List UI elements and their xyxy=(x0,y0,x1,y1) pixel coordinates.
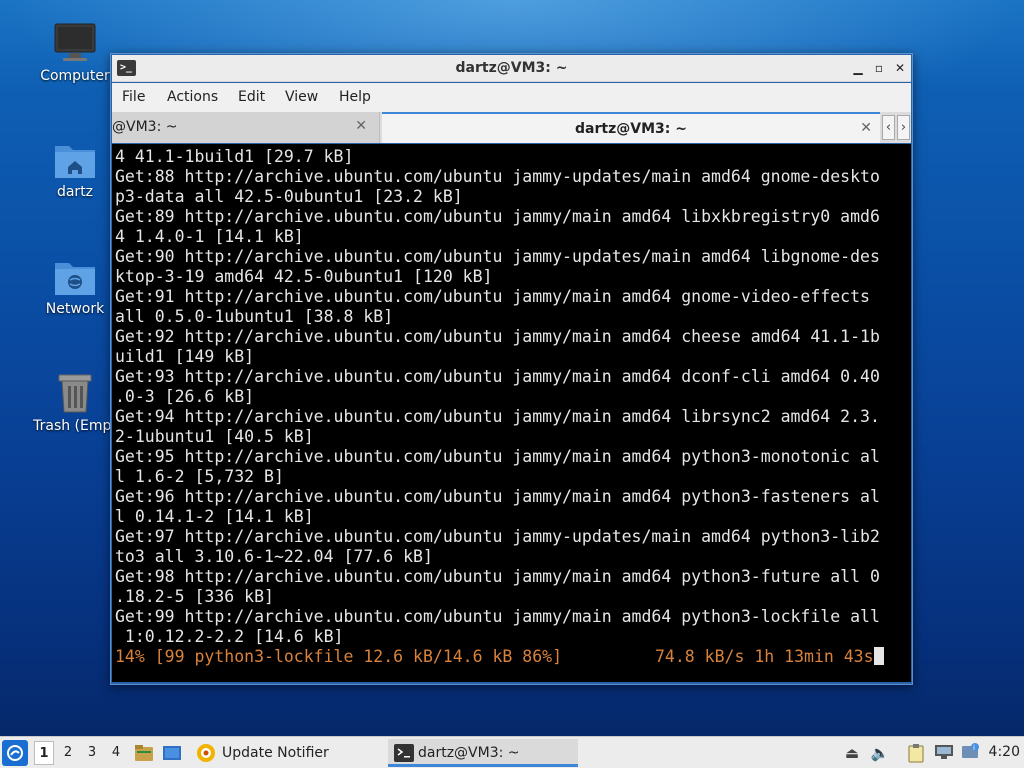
apt-progress-line: 14% [99 python3-lockfile 12.6 kB/14.6 kB… xyxy=(115,647,885,667)
file-manager-icon[interactable] xyxy=(134,743,154,763)
terminal-line: Get:95 http://archive.ubuntu.com/ubuntu … xyxy=(115,447,880,466)
tab-label: @VM3: ~ xyxy=(112,119,178,135)
tab-scroll-left-button[interactable]: ‹ xyxy=(882,115,895,140)
terminal-line: Get:97 http://archive.ubuntu.com/ubuntu … xyxy=(115,527,880,546)
taskbar: 1 2 3 4 Update Notifier dartz@VM3: ~ ⏏ 🔈… xyxy=(0,736,1024,768)
menu-view[interactable]: View xyxy=(285,89,318,105)
terminal-line: Get:96 http://archive.ubuntu.com/ubuntu … xyxy=(115,487,880,506)
progress-speed-text: 74.8 kB/s 1h 13min 43s xyxy=(655,647,874,666)
terminal-line: l 1.6-2 [5,732 B] xyxy=(115,467,284,486)
menu-help[interactable]: Help xyxy=(339,89,371,105)
terminal-line: Get:98 http://archive.ubuntu.com/ubuntu … xyxy=(115,567,880,586)
home-folder-icon xyxy=(55,146,95,178)
terminal-line: 2-1ubuntu1 [40.5 kB] xyxy=(115,427,314,446)
minimize-button[interactable]: ▁ xyxy=(850,60,866,76)
terminal-output[interactable]: 4 41.1-1build1 [29.7 kB] Get:88 http://ar… xyxy=(112,144,911,682)
workspace-1[interactable]: 1 xyxy=(34,741,54,765)
notification-icon[interactable]: i xyxy=(960,743,980,763)
terminal-text: 4 41.1-1build1 [29.7 kB] Get:88 http://ar… xyxy=(115,147,885,667)
terminal-line: Get:88 http://archive.ubuntu.com/ubuntu … xyxy=(115,167,880,186)
workspace-4[interactable]: 4 xyxy=(106,741,126,765)
computer-icon xyxy=(54,23,96,61)
maximize-button[interactable]: ▫ xyxy=(871,60,887,76)
terminal-line: p3-data all 42.5-0ubuntu1 [23.2 kB] xyxy=(115,187,463,206)
terminal-line: ktop-3-19 amd64 42.5-0ubuntu1 [120 kB] xyxy=(115,267,493,286)
clipboard-icon[interactable] xyxy=(906,743,926,763)
workspace-3[interactable]: 3 xyxy=(82,741,102,765)
menu-bar: File Actions Edit View Help xyxy=(112,83,911,112)
tab-label: dartz@VM3: ~ xyxy=(575,121,687,137)
tab-active[interactable]: dartz@VM3: ~ ✕ xyxy=(382,112,880,143)
menu-actions[interactable]: Actions xyxy=(167,89,218,105)
lubuntu-logo-icon xyxy=(7,745,23,761)
task-label: Update Notifier xyxy=(222,745,329,761)
terminal-line: .18.2-5 [336 kB] xyxy=(115,587,274,606)
network-icon[interactable] xyxy=(934,743,954,763)
terminal-scrollbar[interactable] xyxy=(905,154,909,674)
task-terminal[interactable]: dartz@VM3: ~ xyxy=(388,739,578,767)
window-titlebar[interactable]: >_ dartz@VM3: ~ ▁ ▫ ✕ xyxy=(112,55,911,82)
tab-close-icon[interactable]: ✕ xyxy=(355,118,367,134)
terminal-line: Get:90 http://archive.ubuntu.com/ubuntu … xyxy=(115,247,880,266)
volume-icon[interactable]: 🔈 xyxy=(870,743,890,763)
terminal-line: to3 all 3.10.6-1~22.04 [77.6 kB] xyxy=(115,547,433,566)
show-desktop-icon[interactable] xyxy=(162,743,182,763)
terminal-line: Get:89 http://archive.ubuntu.com/ubuntu … xyxy=(115,207,880,226)
terminal-icon xyxy=(394,744,414,762)
terminal-line: 4 1.4.0-1 [14.1 kB] xyxy=(115,227,304,246)
terminal-line: Get:93 http://archive.ubuntu.com/ubuntu … xyxy=(115,367,880,386)
tab-bar: @VM3: ~ ✕ dartz@VM3: ~ ✕ ‹ › xyxy=(112,112,911,143)
svg-text:i: i xyxy=(973,744,975,752)
terminal-line: Get:91 http://archive.ubuntu.com/ubuntu … xyxy=(115,287,870,306)
terminal-line: .0-3 [26.6 kB] xyxy=(115,387,255,406)
eject-icon[interactable]: ⏏ xyxy=(842,743,862,763)
close-button[interactable]: ✕ xyxy=(892,60,908,76)
terminal-line: l 0.14.1-2 [14.1 kB] xyxy=(115,507,314,526)
trash-icon xyxy=(58,374,92,413)
progress-status: 14% [99 python3-lockfile 12.6 kB/14.6 kB… xyxy=(115,647,563,666)
terminal-line: all 0.5.0-1ubuntu1 [38.8 kB] xyxy=(115,307,394,326)
terminal-line: Get:94 http://archive.ubuntu.com/ubuntu … xyxy=(115,407,880,426)
workspace-2[interactable]: 2 xyxy=(58,741,78,765)
terminal-window: >_ dartz@VM3: ~ ▁ ▫ ✕ File Actions Edit … xyxy=(110,53,913,685)
tab-inactive[interactable]: @VM3: ~ ✕ xyxy=(112,112,380,143)
tab-close-icon[interactable]: ✕ xyxy=(860,120,872,136)
progress-speed-eta: 74.8 kB/s 1h 13min 43s xyxy=(655,647,884,667)
menu-edit[interactable]: Edit xyxy=(238,89,265,105)
task-label: dartz@VM3: ~ xyxy=(418,745,520,761)
window-title: dartz@VM3: ~ xyxy=(455,60,568,76)
terminal-line: Get:92 http://archive.ubuntu.com/ubuntu … xyxy=(115,327,880,346)
task-update-notifier[interactable]: Update Notifier xyxy=(192,739,382,767)
tab-scroll-right-button[interactable]: › xyxy=(897,115,910,140)
update-notifier-icon xyxy=(197,744,215,762)
menu-file[interactable]: File xyxy=(122,89,145,105)
clock[interactable]: 4:20 xyxy=(989,737,1020,768)
terminal-line: 1:0.12.2-2.2 [14.6 kB] xyxy=(115,627,344,646)
start-menu-button[interactable] xyxy=(2,740,28,766)
network-folder-icon xyxy=(55,263,95,295)
terminal-line: uild1 [149 kB] xyxy=(115,347,255,366)
terminal-cursor xyxy=(873,647,884,665)
terminal-line: 4 41.1-1build1 [29.7 kB] xyxy=(115,147,354,166)
terminal-line: Get:99 http://archive.ubuntu.com/ubuntu … xyxy=(115,607,880,626)
